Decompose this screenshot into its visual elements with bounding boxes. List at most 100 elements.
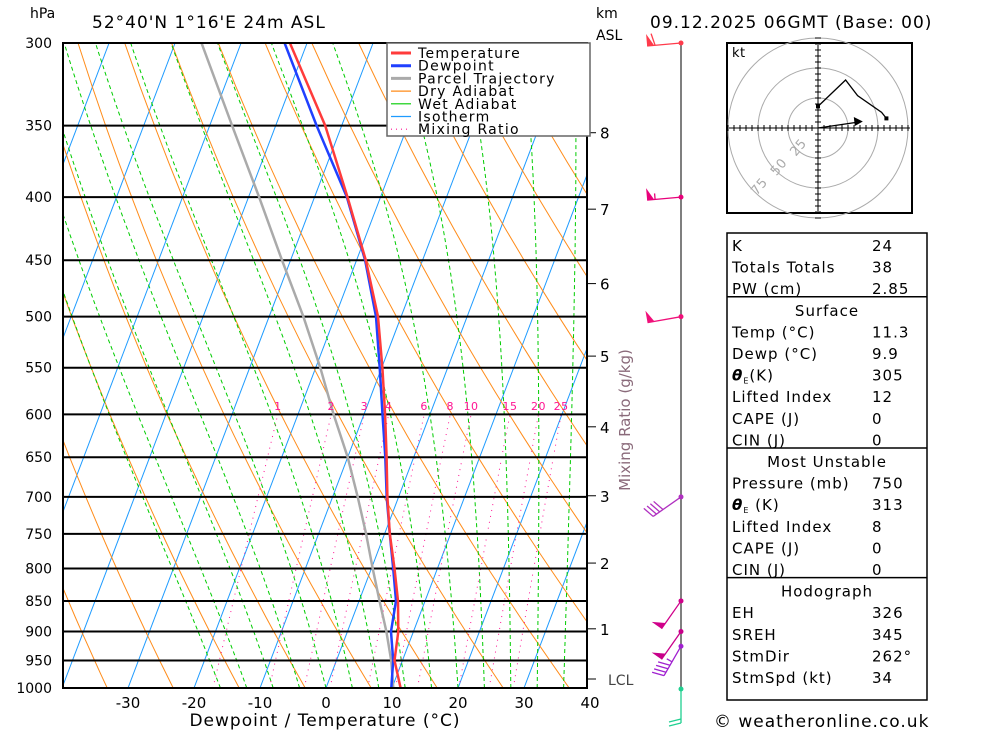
isotherm-line [193, 43, 440, 688]
mixing-ratio-label: 2 [328, 400, 336, 413]
hodograph-point [816, 104, 820, 109]
pressure-tick-label: 1000 [16, 681, 52, 697]
datetime-title: 09.12.2025 06GMT (Base: 00) [650, 13, 932, 33]
km-tick-label: 7 [600, 201, 610, 219]
table-row-value: 11.3 [872, 323, 909, 341]
wind-barb-column [643, 33, 684, 727]
temperature-tick-label: 30 [514, 694, 533, 712]
wind-barb [646, 188, 684, 201]
height-unit-label: km [596, 6, 618, 22]
km-tick-label: 8 [600, 125, 610, 143]
pressure-tick-label: 350 [25, 119, 52, 135]
temperature-tick-label: 10 [382, 694, 401, 712]
isotherm-line [63, 43, 308, 687]
dry-adiabat-line [63, 586, 108, 688]
dry-adiabat-line [77, 43, 372, 688]
mixing-ratio-line [512, 414, 562, 688]
table-row-label: Temp (°C) [731, 323, 815, 341]
pressure-tick-label: 850 [25, 594, 52, 610]
pressure-tick-label: 550 [25, 361, 52, 377]
dry-adiabat-line [967, 43, 1000, 688]
wet-adiabat-line [63, 43, 301, 688]
mixing-ratio-label: 4 [385, 400, 393, 413]
table-row-value: 0 [872, 431, 883, 449]
isotherm-line [63, 43, 110, 166]
plot-frame [62, 42, 588, 689]
temperature-tick-label: -30 [116, 694, 141, 712]
indices-table: K 24 Totals Totals 38 PW (cm) 2.85 Surface Temp… [726, 232, 928, 701]
copyright-text: © weatheronline.co.uk [714, 712, 929, 732]
wind-barb [668, 686, 684, 727]
height-ref-label: ASL [596, 28, 622, 44]
pressure-tick-label: 800 [25, 561, 52, 577]
mixing-ratio-label: 25 [554, 400, 569, 413]
table-row-label: CIN (J) [732, 561, 786, 579]
pressure-tick-label: 500 [25, 310, 52, 326]
wind-barb [651, 629, 684, 660]
table-row-value: 9.9 [872, 345, 899, 363]
isotherm-line [127, 43, 374, 688]
table-row-value: 313 [872, 496, 904, 514]
table-row-label: SREH [732, 626, 777, 644]
wind-barb [645, 310, 684, 324]
mixing-ratio-axis-label: Mixing Ratio (g/kg) [616, 349, 634, 491]
pressure-tick-label: 750 [25, 527, 52, 543]
hodograph-unit-label: kt [732, 46, 746, 61]
pressure-tick-label: 950 [25, 654, 52, 670]
temperature-tick-label: -10 [248, 694, 273, 712]
isotherm-line [457, 347, 587, 688]
km-tick-label: 5 [600, 348, 610, 366]
table-row-value: 262° [872, 647, 912, 665]
table-row: Dewp (°C) 9.9 [732, 345, 899, 363]
temperature-tick-label: 40 [580, 694, 599, 712]
table-row-label: Dewp (°C) [732, 345, 818, 363]
mixing-ratio-label: 15 [502, 400, 517, 413]
mixing-ratio-line [394, 414, 451, 688]
table-row-label: θE(K) [732, 367, 774, 386]
table-row-value: 750 [872, 475, 904, 493]
legend: TemperatureDewpointParcel TrajectoryDry … [386, 42, 591, 138]
legend-label: Mixing Ratio [418, 122, 520, 138]
wet-adiabat-line [170, 43, 380, 688]
profile-lines [200, 43, 402, 688]
table-row-value: 305 [872, 367, 904, 385]
pressure-tick-label: 600 [25, 407, 52, 423]
table-section-header: Surface [795, 302, 859, 320]
x-axis-label: Dewpoint / Temperature (°C) [189, 711, 460, 731]
hodograph-point [884, 116, 889, 121]
mixing-ratio-label: 6 [420, 400, 428, 413]
pressure-gridlines [63, 42, 587, 689]
dry-adiabat-line [920, 43, 1000, 688]
dry-adiabat-line [124, 43, 438, 688]
table-row-value: 345 [872, 626, 904, 644]
wind-barb [646, 33, 684, 47]
table-row-label: StmDir [732, 647, 790, 665]
wind-barb [651, 643, 684, 677]
km-tick-label: 1 [600, 621, 610, 639]
hodograph: kt255075 [726, 37, 913, 219]
table-section-header: Most Unstable [767, 453, 887, 471]
temperature-tick-label: -20 [182, 694, 207, 712]
table-row-label: EH [732, 604, 755, 622]
table-row-label: Totals Totals [731, 259, 835, 277]
wet-adiabat-line [523, 43, 540, 688]
pressure-tick-label: 400 [25, 190, 52, 206]
km-tick-label: 6 [600, 276, 610, 294]
table-row-label: StmSpd (kt) [732, 669, 833, 687]
wet-adiabat-line [398, 43, 485, 688]
km-tick-label: 3 [600, 488, 610, 506]
mixing-ratio-label: 20 [531, 400, 546, 413]
table-row-value: 8 [872, 518, 883, 536]
dewpoint-line [283, 43, 398, 688]
table-row-label: θE (K) [732, 496, 780, 515]
pressure-tick-label: 900 [25, 625, 52, 641]
dry-adiabat-line [358, 43, 587, 447]
lcl-label: LCL [608, 673, 634, 689]
table-row-value: 12 [872, 388, 893, 406]
table-row-label: PW (cm) [732, 280, 802, 298]
wind-barb [643, 494, 684, 517]
mixing-ratio-line [212, 414, 279, 688]
mixing-ratio-line [488, 414, 539, 688]
axes: 1 2 3 4 6 8 10 15 20 2530035040045050055060065070… [16, 36, 633, 712]
dry-adiabat-line [171, 43, 504, 688]
